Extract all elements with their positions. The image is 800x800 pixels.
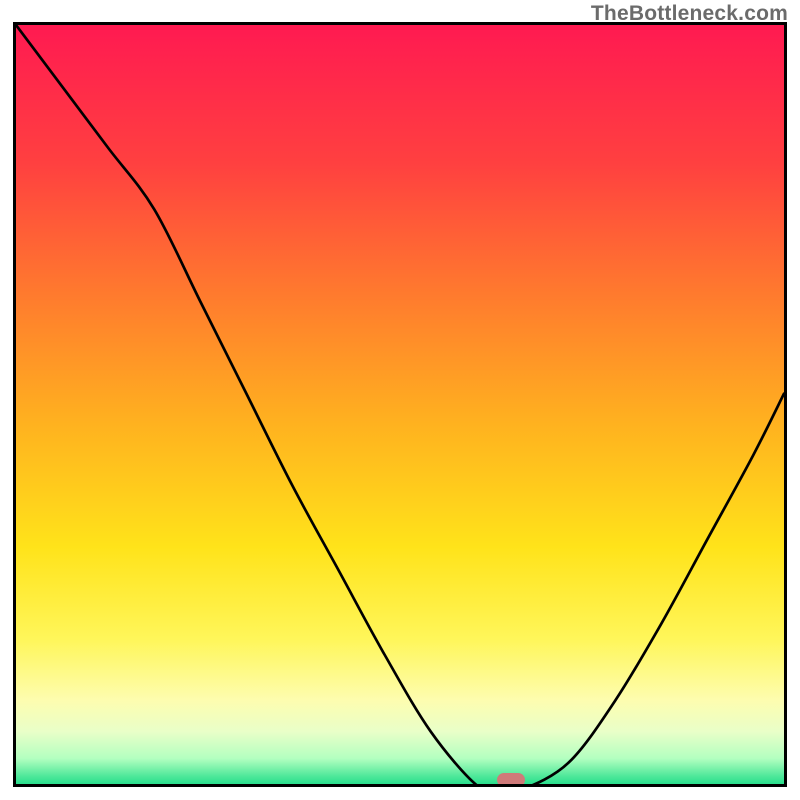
- chart-curve: [16, 25, 784, 787]
- chart-frame: [13, 22, 787, 787]
- optimal-point-marker: [497, 773, 525, 787]
- bottleneck-curve-path: [16, 25, 784, 787]
